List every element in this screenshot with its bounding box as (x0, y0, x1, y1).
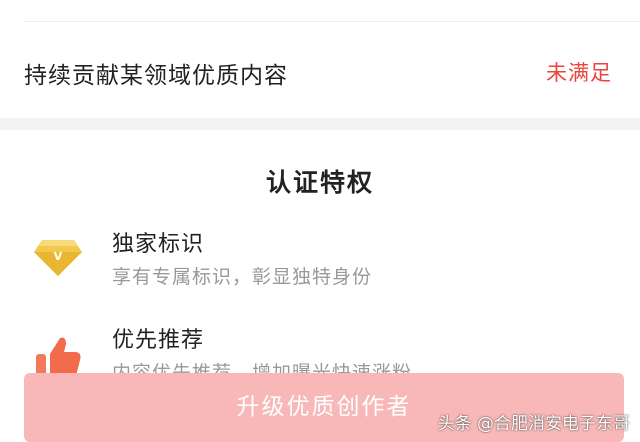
privilege-item-exclusive-badge: v 独家标识 享有专属标识，彰显独特身份 (0, 226, 640, 316)
diamond-v-badge-icon: v (32, 230, 84, 282)
requirement-row: 持续贡献某领域优质内容 未满足 (0, 22, 640, 118)
privileges-title: 认证特权 (265, 168, 374, 197)
privilege-name: 优先推荐 (112, 328, 205, 353)
requirement-status: 未满足 (546, 61, 612, 85)
svg-text:v: v (53, 248, 62, 264)
privilege-name: 独家标识 (112, 232, 205, 257)
previous-row (0, 0, 640, 22)
privilege-desc: 享有专属标识，彰显独特身份 (112, 266, 373, 288)
watermark: 头条 @合肥消安电子东哥 (437, 414, 630, 434)
section-separator (0, 118, 640, 130)
requirement-label: 持续贡献某领域优质内容 (24, 63, 288, 89)
